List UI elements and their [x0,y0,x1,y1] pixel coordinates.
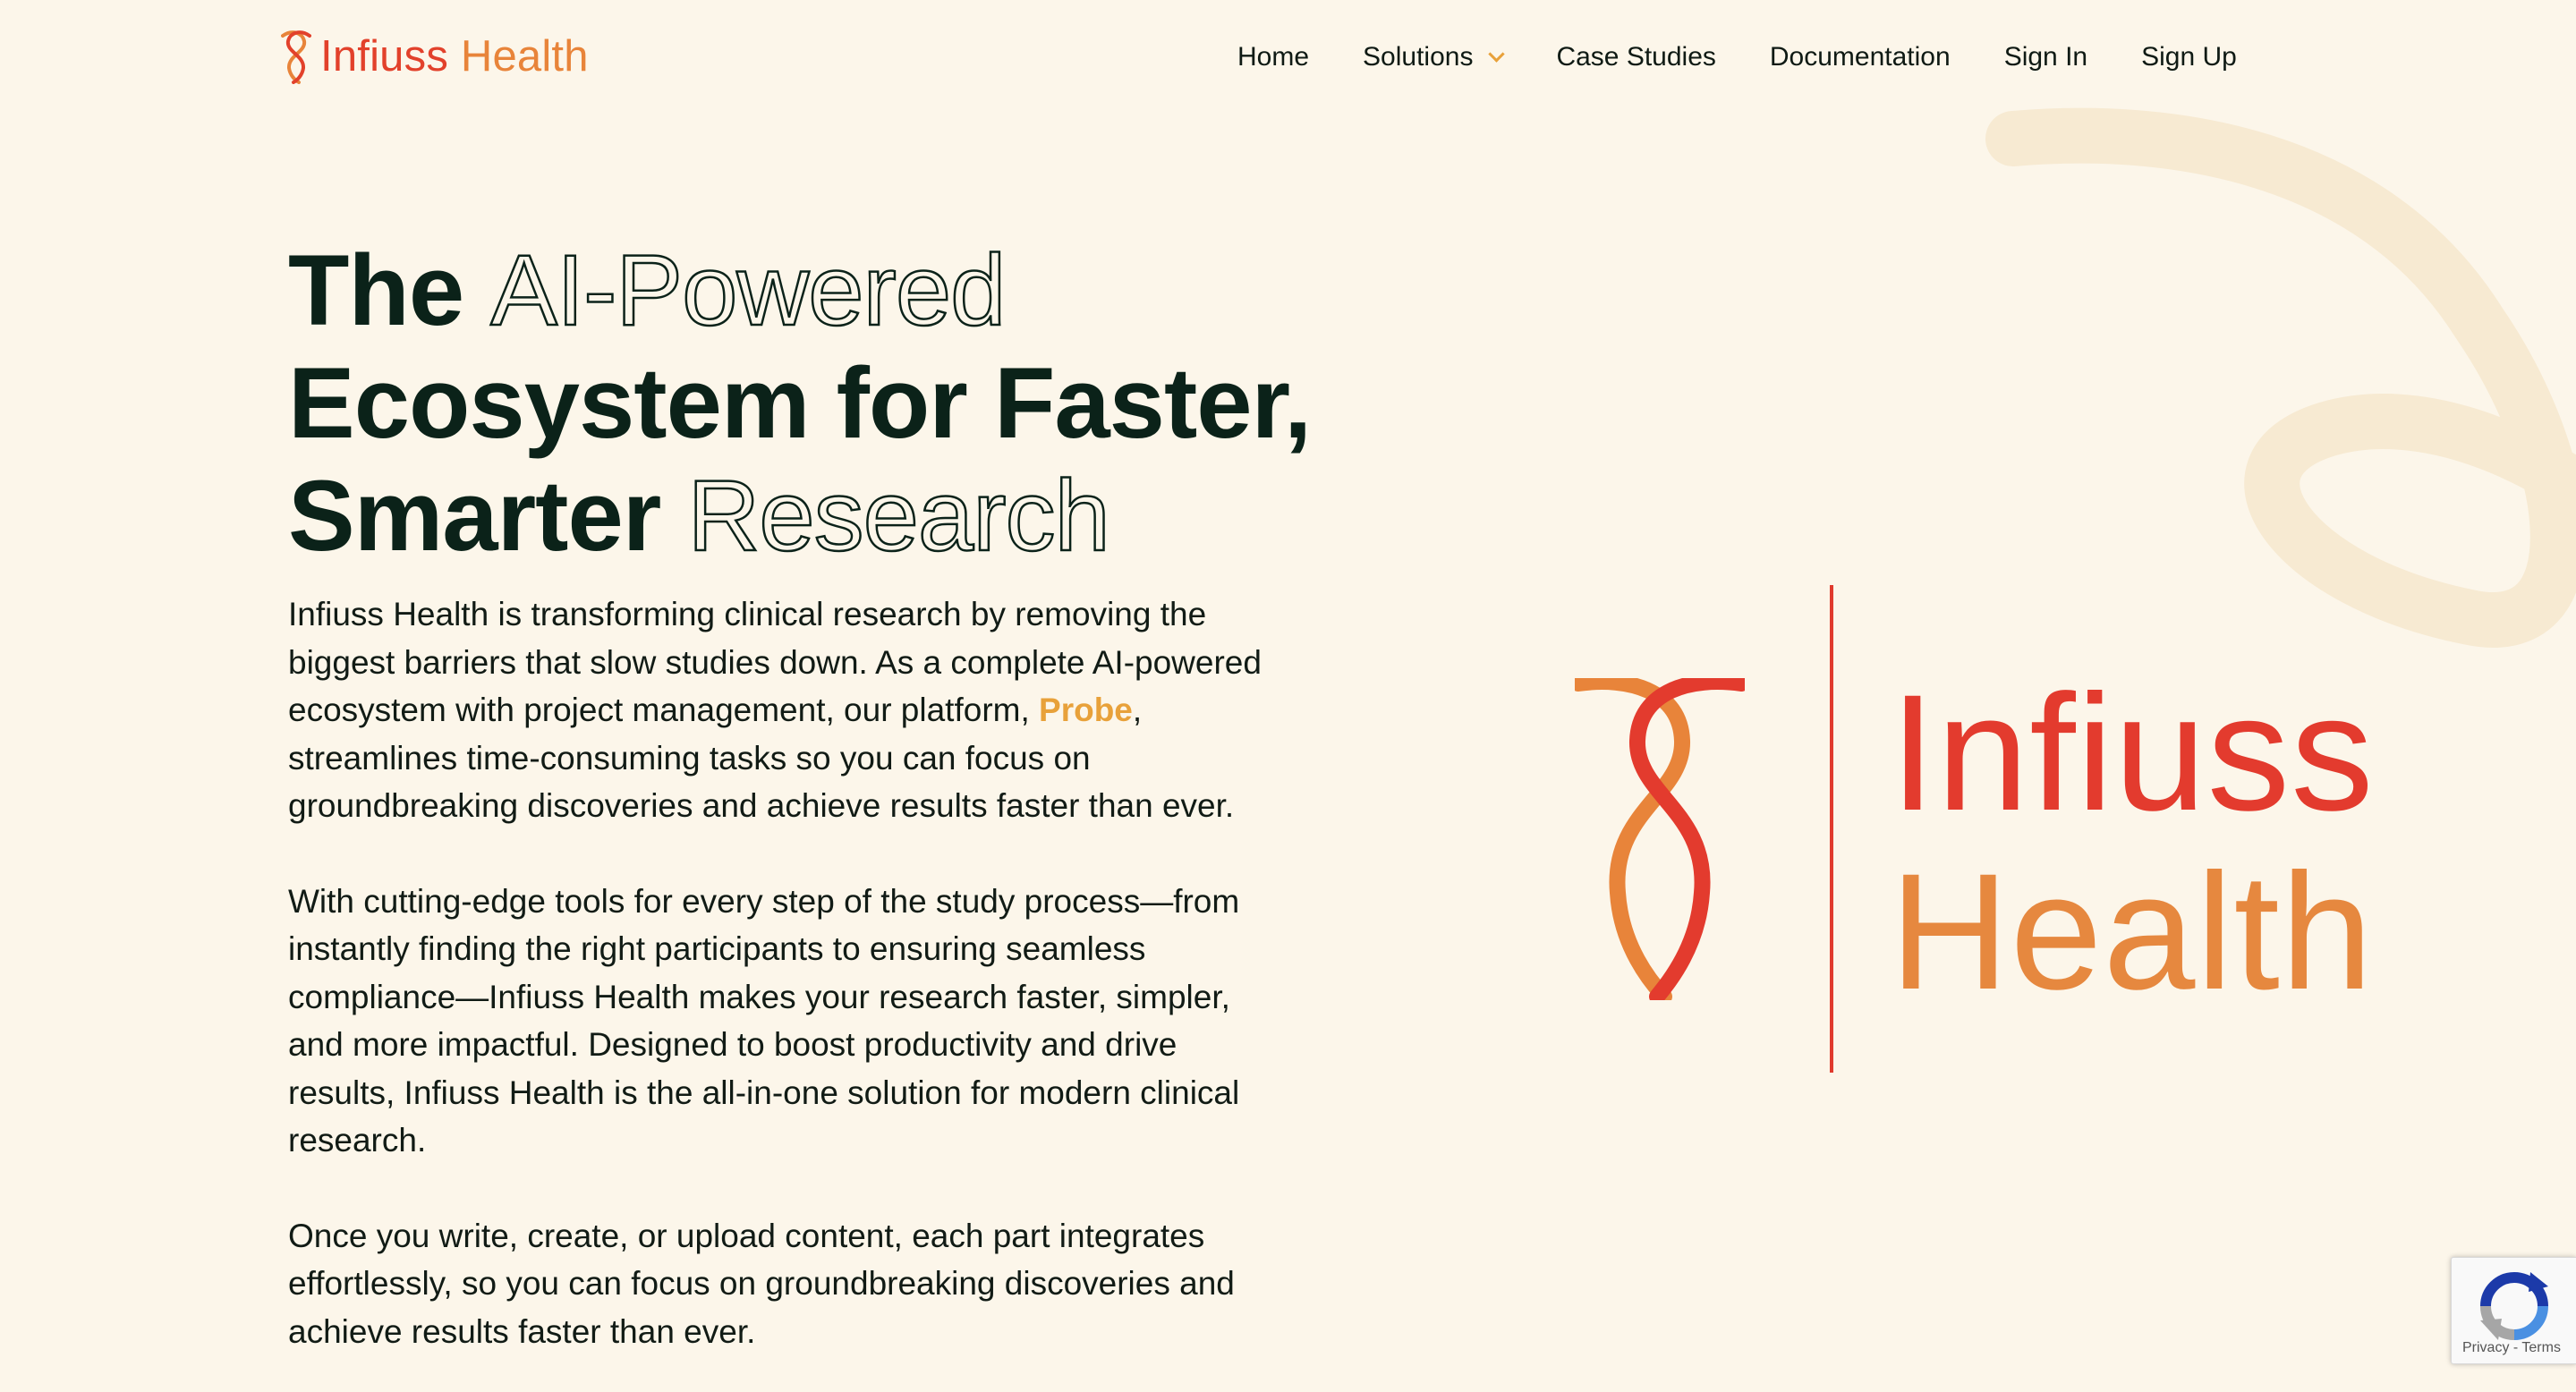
hero-headline: The AI-Powered Ecosystem for Faster, Sma… [288,233,1344,573]
page: Infiuss Health Home Solutions Case Studi… [0,0,2576,1392]
recaptcha-terms-link[interactable]: Terms [2521,1340,2561,1355]
headline-part1: The [288,234,464,346]
recaptcha-separator: - [2509,1340,2522,1355]
chevron-down-icon [1488,45,1506,63]
headline-outline-ai-powered: AI-Powered [489,233,1007,348]
header-logo-text: Infiuss Health [320,31,589,81]
infiuss-helix-large-icon [1575,678,1745,1000]
header-logo[interactable]: Infiuss Health [281,27,589,86]
infiuss-helix-logo-icon [281,30,311,84]
hero-paragraph-1: Infiuss Health is transforming clinical … [288,590,1272,830]
nav-sign-in[interactable]: Sign In [2004,42,2087,72]
recaptcha-privacy-link[interactable]: Privacy [2462,1340,2509,1355]
brand-logo-word2: Health [1890,840,2374,1024]
header-logo-word1: Infiuss [320,31,449,81]
nav-solutions-label: Solutions [1363,42,1474,72]
hero-paragraph-3: Once you write, create, or upload conten… [288,1217,1235,1350]
nav-solutions[interactable]: Solutions [1363,42,1506,72]
headline-outline-research: Research [686,459,1111,573]
header-logo-word2: Health [460,31,589,81]
main-nav: Home Solutions Case Studies Documentatio… [1237,34,2237,81]
brand-logo-large: Infiuss Health [1575,581,2416,1074]
probe-link[interactable]: Probe [1039,692,1133,728]
hero-copy: Infiuss Health is transforming clinical … [288,590,1272,1392]
brand-logo-divider [1830,585,1833,1073]
recaptcha-links: Privacy - Terms [2462,1340,2561,1356]
recaptcha-badge[interactable]: Privacy - Terms [2451,1257,2576,1364]
nav-sign-up[interactable]: Sign Up [2141,42,2237,72]
nav-home[interactable]: Home [1237,42,1309,72]
hero-paragraph-2: With cutting-edge tools for every step o… [288,882,1240,1159]
nav-documentation[interactable]: Documentation [1770,42,1951,72]
recaptcha-icon [2480,1272,2548,1340]
brand-logo-word1: Infiuss [1890,661,2375,845]
nav-case-studies[interactable]: Case Studies [1556,42,1715,72]
